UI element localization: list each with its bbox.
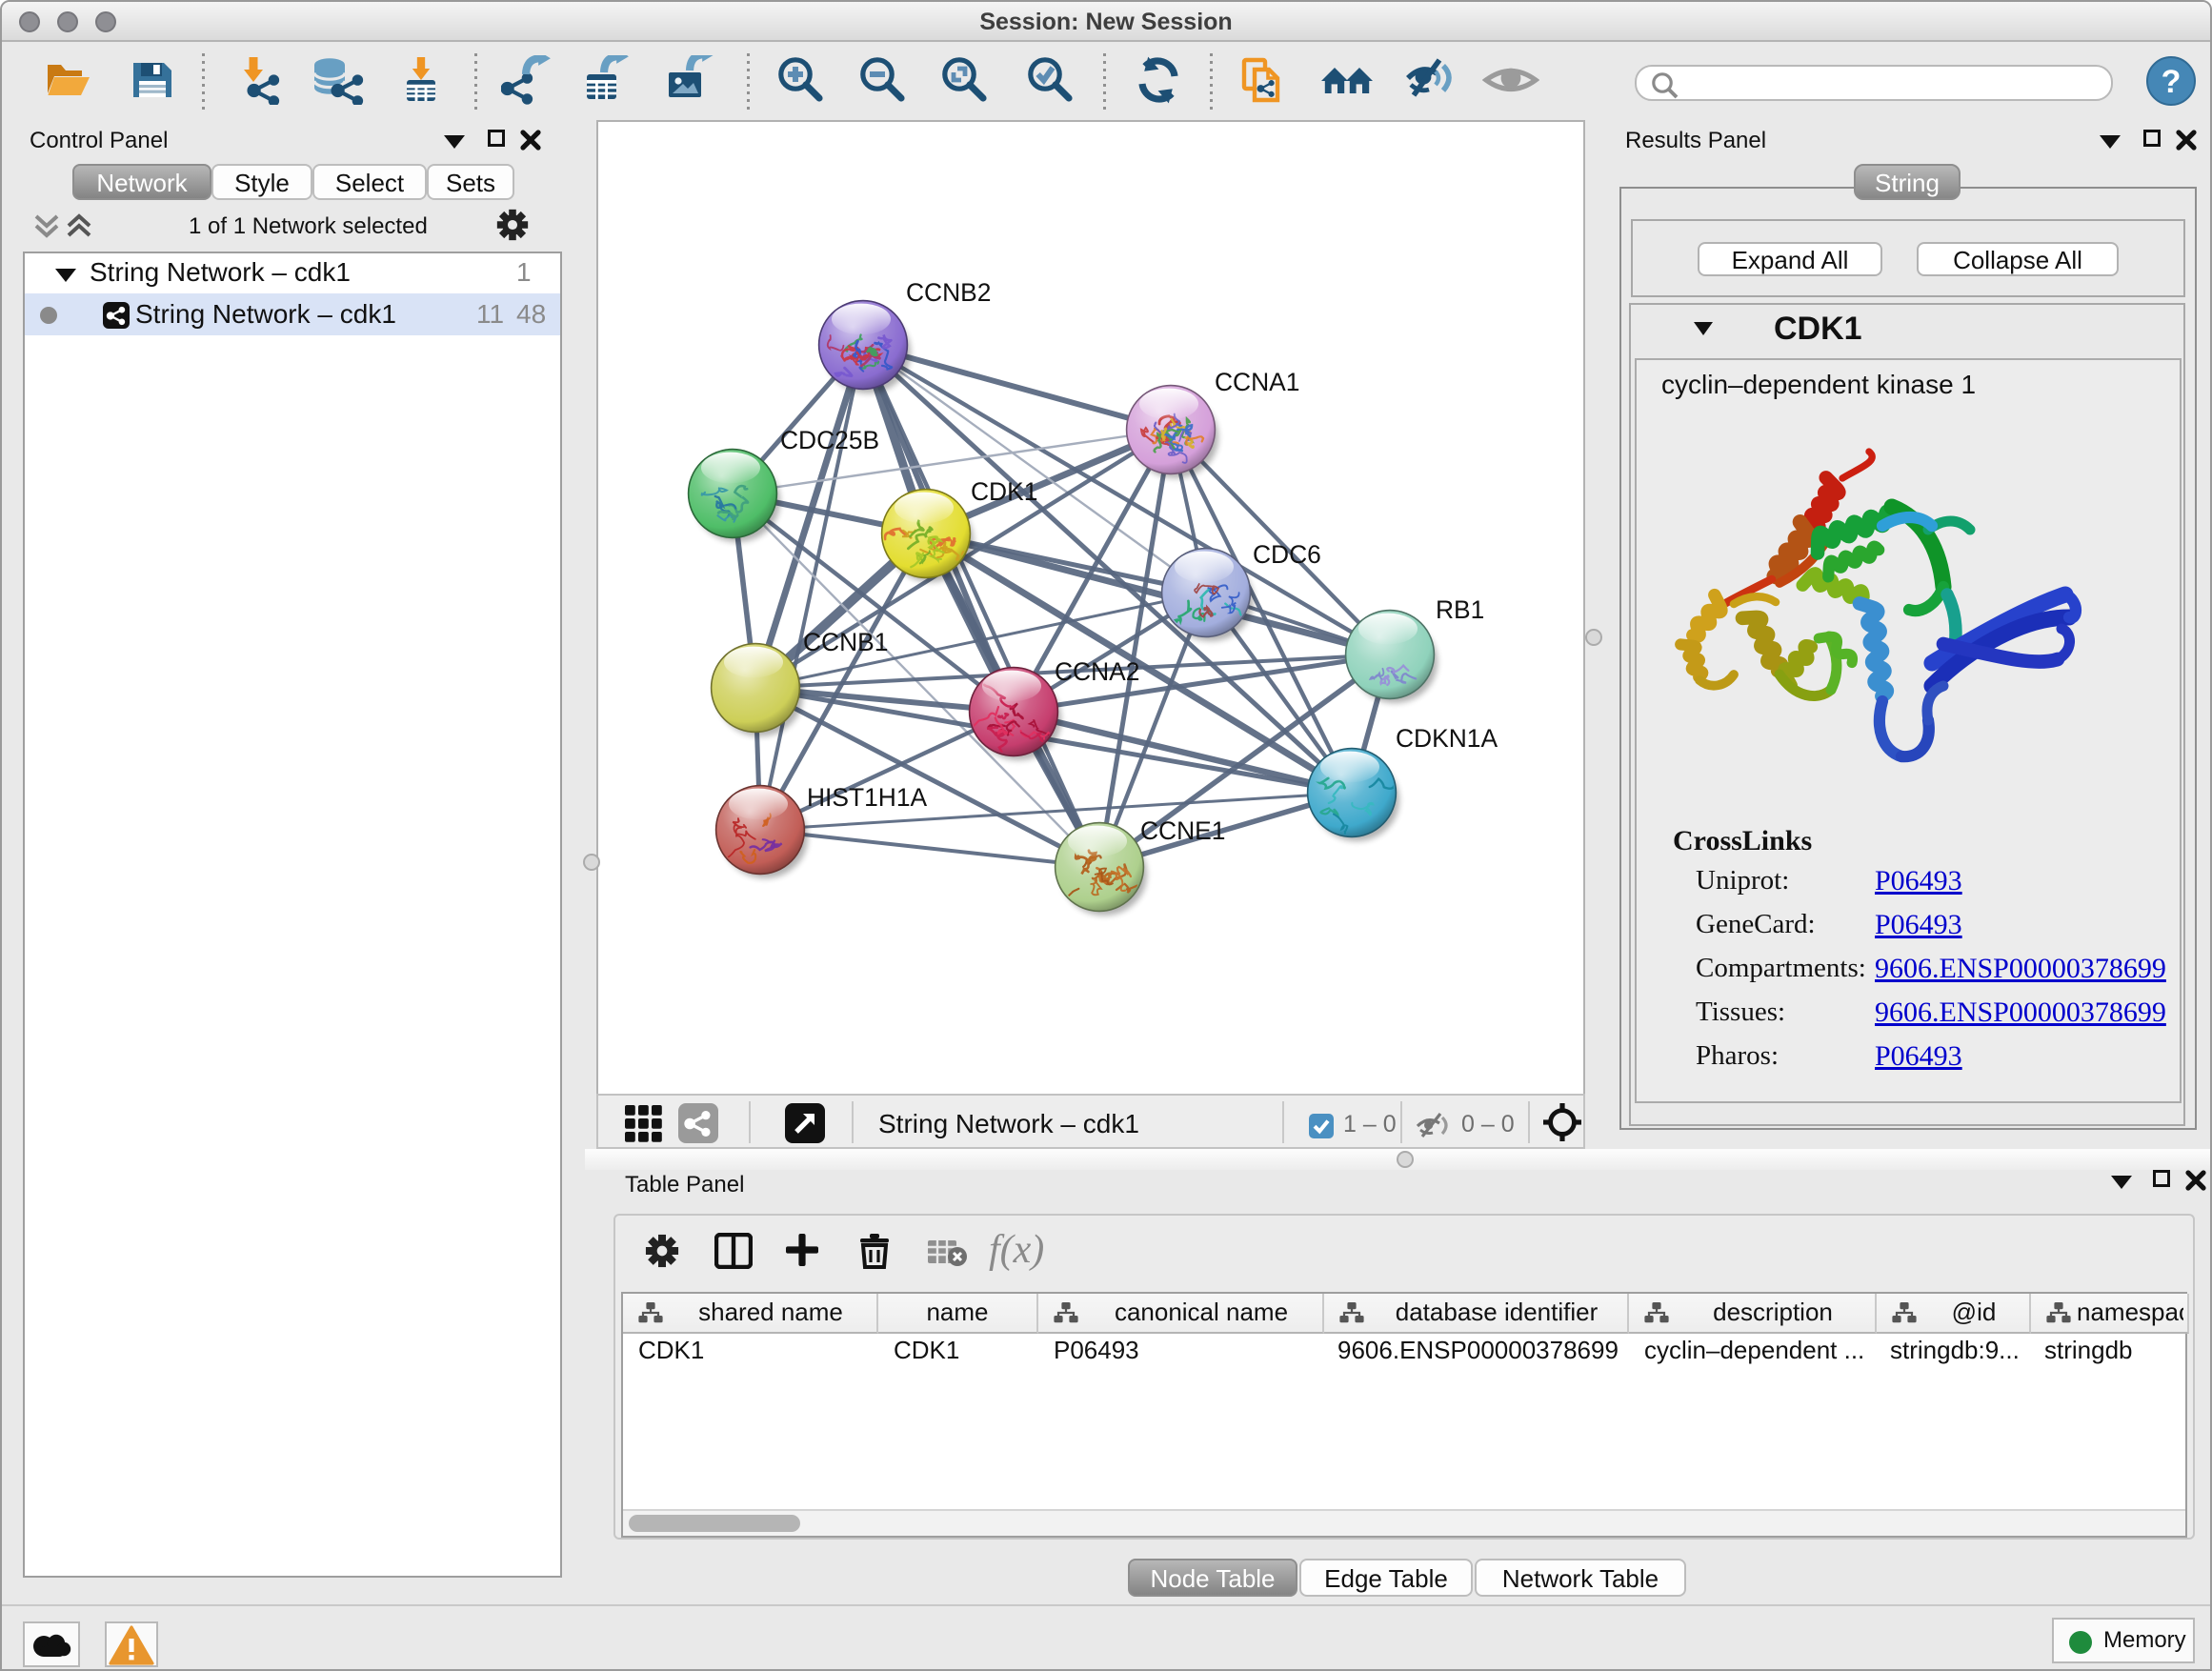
- svg-text:CCNB2: CCNB2: [906, 278, 991, 307]
- svg-text:CDK1: CDK1: [971, 477, 1037, 506]
- svg-text:CDC25B: CDC25B: [780, 426, 879, 454]
- svg-text:RB1: RB1: [1436, 595, 1484, 624]
- svg-text:CDC6: CDC6: [1253, 540, 1321, 569]
- svg-text:CCNA2: CCNA2: [1055, 657, 1139, 686]
- svg-text:CDKN1A: CDKN1A: [1396, 724, 1498, 753]
- svg-text:HIST1H1A: HIST1H1A: [807, 783, 928, 812]
- svg-text:CCNB1: CCNB1: [803, 628, 888, 656]
- svg-text:CCNA1: CCNA1: [1215, 368, 1299, 396]
- svg-text:CCNE1: CCNE1: [1140, 816, 1225, 845]
- svg-text:?: ?: [2162, 64, 2182, 100]
